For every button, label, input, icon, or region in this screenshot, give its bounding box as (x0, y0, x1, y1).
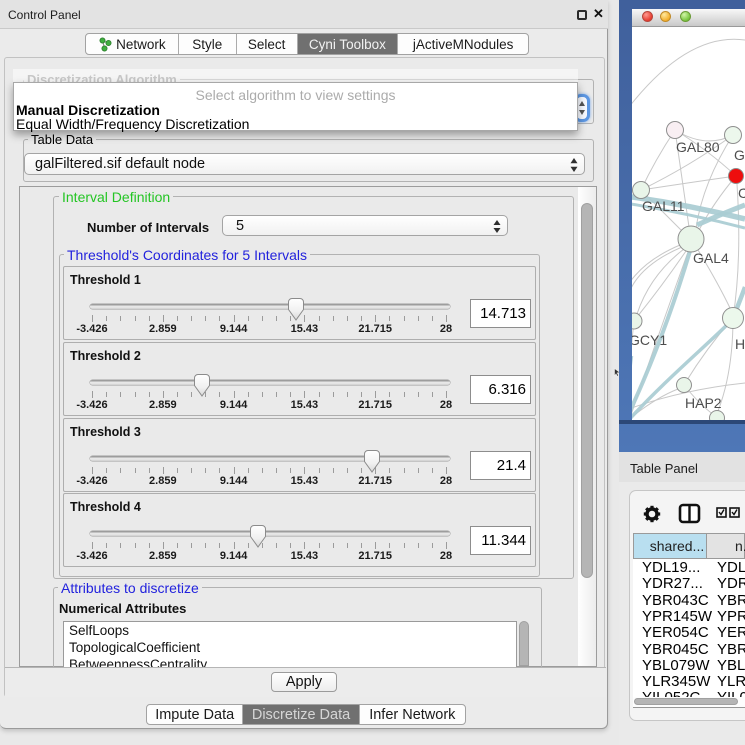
svg-text:GAL80: GAL80 (676, 139, 720, 155)
svg-text:C: C (738, 185, 745, 201)
svg-text:G.: G. (734, 147, 745, 163)
svg-text:H: H (735, 336, 745, 352)
svg-text:GAL4: GAL4 (693, 250, 729, 266)
svg-text:HAP2: HAP2 (685, 395, 722, 411)
svg-text:GAL11: GAL11 (642, 198, 685, 214)
svg-text:GCY1: GCY1 (632, 332, 667, 348)
